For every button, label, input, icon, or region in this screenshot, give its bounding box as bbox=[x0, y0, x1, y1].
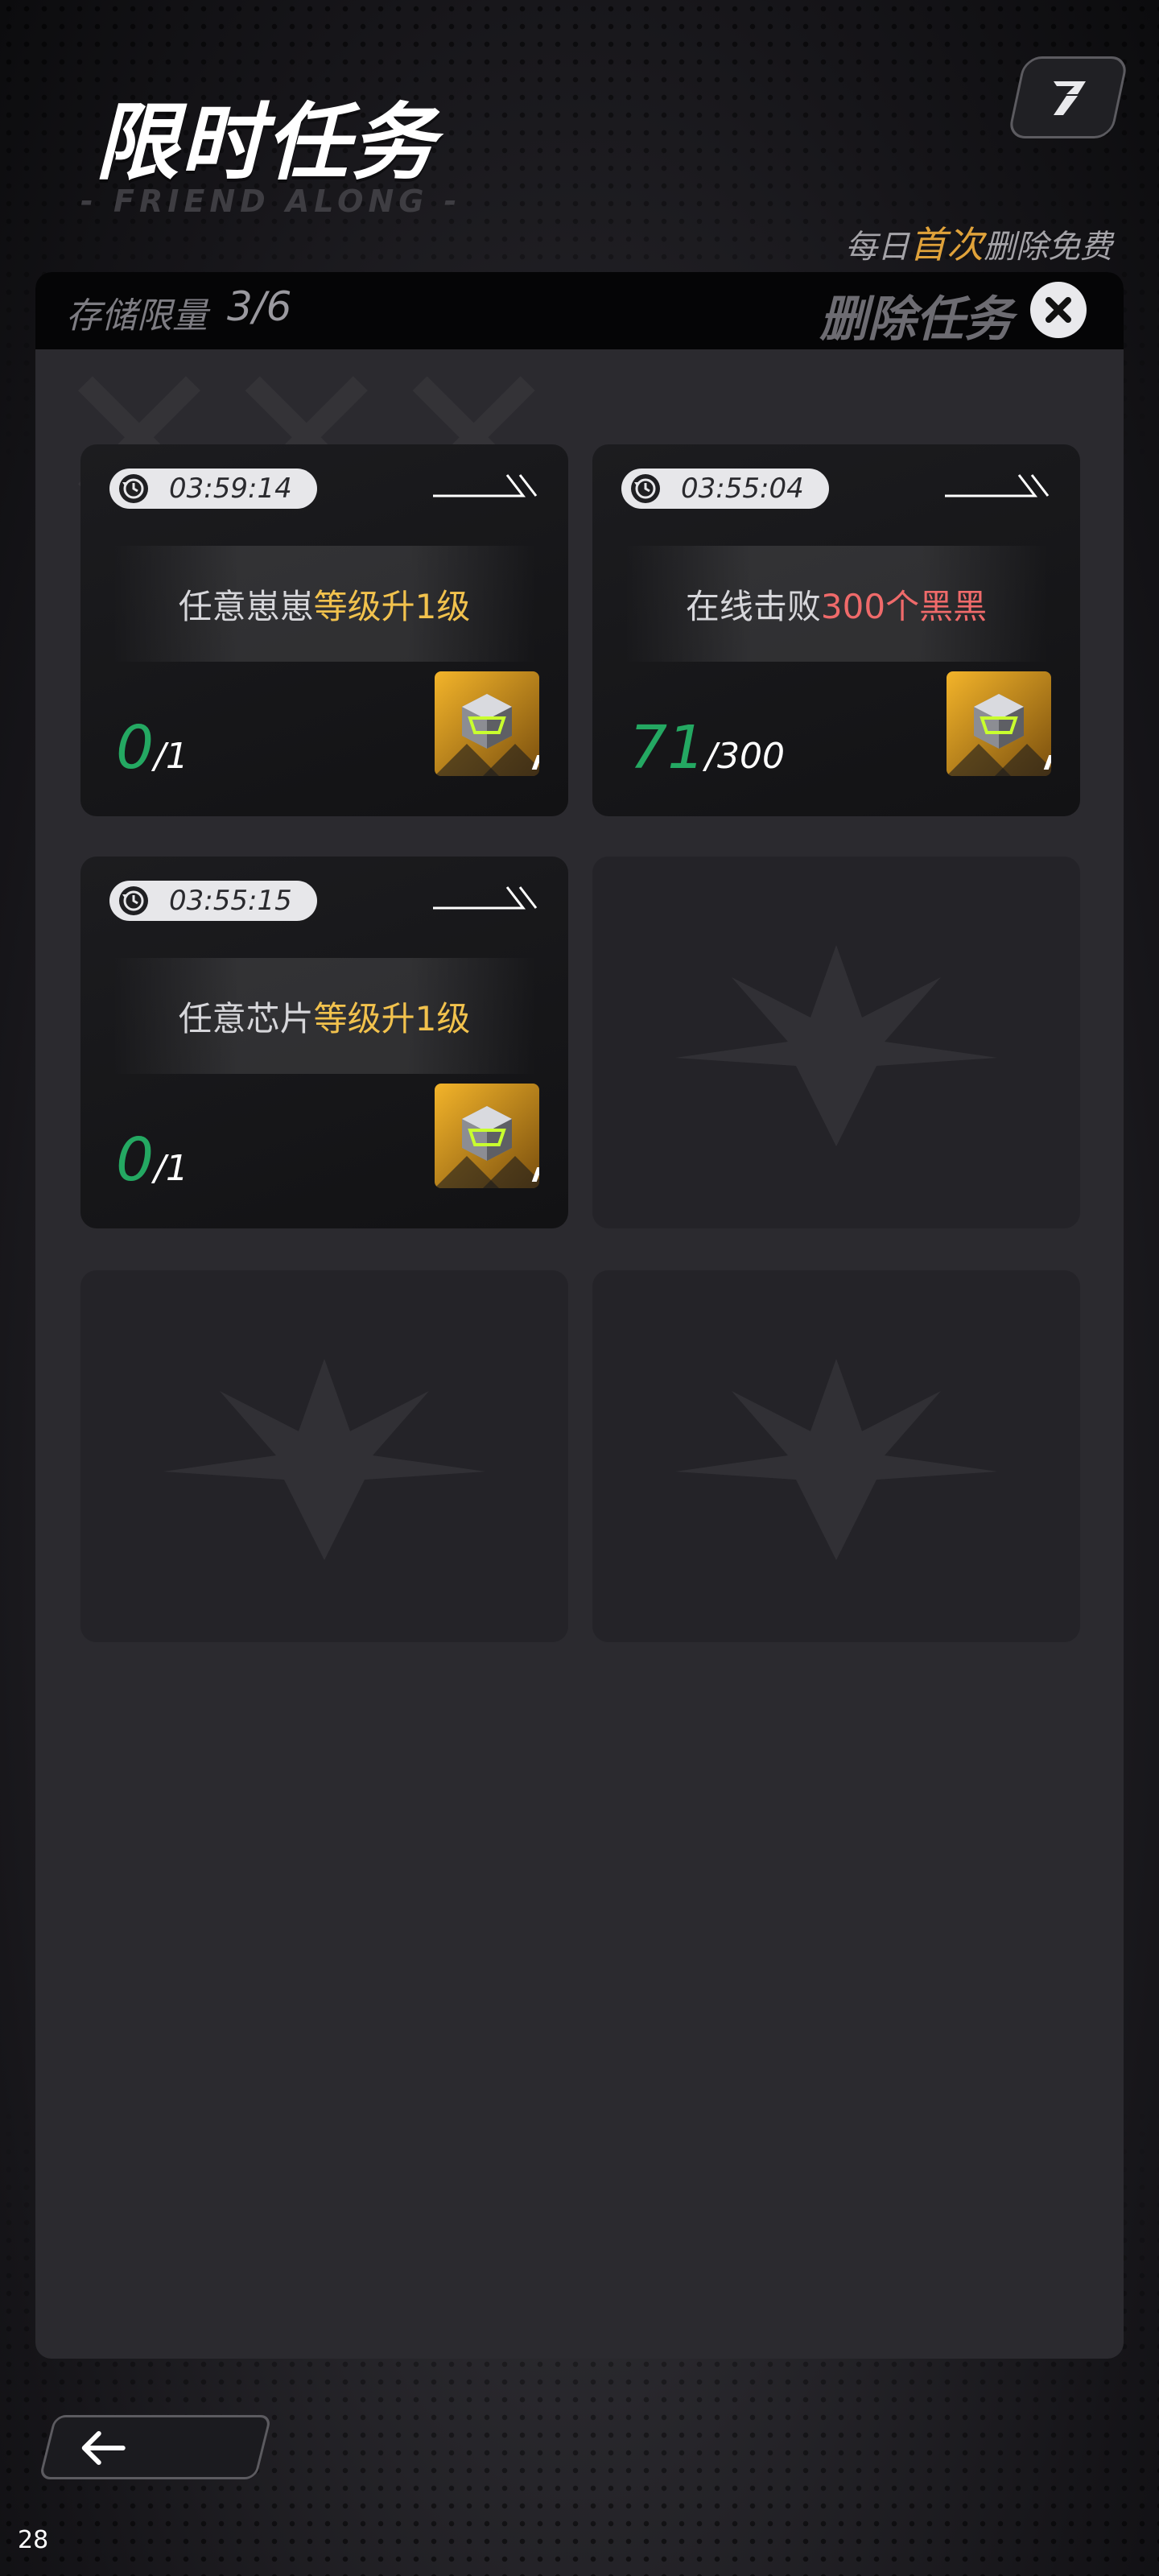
progress-sep: / bbox=[154, 736, 166, 777]
page-title: 限时任务 bbox=[95, 93, 437, 192]
arrow-lines-icon bbox=[433, 474, 538, 497]
storage-value: 3/6 bbox=[227, 283, 292, 330]
progress-sep: / bbox=[154, 1148, 166, 1189]
task-card[interactable]: 03:55:04 在线击败300个黑黑 71/300 bbox=[592, 444, 1080, 816]
empty-task-slot bbox=[80, 1270, 568, 1642]
page-subtitle: - FRIEND ALONG - bbox=[80, 184, 462, 219]
close-icon bbox=[1046, 297, 1071, 323]
empty-task-slot bbox=[592, 857, 1080, 1228]
clock-reset-icon bbox=[119, 474, 148, 503]
reward-item[interactable] bbox=[435, 671, 539, 776]
progress-total: 300 bbox=[717, 736, 785, 777]
empty-slot-emblem bbox=[675, 1359, 997, 1560]
cube-chest-icon bbox=[947, 694, 1051, 776]
task-progress: 0/1 bbox=[116, 1125, 188, 1195]
cube-chest-icon bbox=[435, 1106, 539, 1188]
task-timer: 03:55:15 bbox=[109, 881, 317, 921]
timer-text: 03:55:04 bbox=[681, 473, 804, 505]
progress-current: 71 bbox=[629, 713, 706, 782]
empty-slot-emblem bbox=[163, 1359, 485, 1560]
task-text-highlight: 等级升1级 bbox=[313, 999, 471, 1038]
swap-icon bbox=[1054, 81, 1086, 115]
task-timer: 03:59:14 bbox=[109, 469, 317, 509]
arrow-lines-icon bbox=[433, 886, 538, 910]
task-card[interactable]: 03:55:15 任意芯片等级升1级 0/1 bbox=[80, 857, 568, 1228]
empty-slot-emblem bbox=[675, 945, 997, 1146]
page-number: 28 bbox=[18, 2526, 49, 2554]
arrow-lines-icon bbox=[945, 474, 1050, 497]
clock-reset-icon bbox=[119, 886, 148, 915]
free-note-highlight: 首次 bbox=[909, 223, 984, 266]
storage-label: 存储限量 bbox=[66, 295, 208, 336]
empty-task-slot bbox=[592, 1270, 1080, 1642]
task-text-plain: 任意芯片 bbox=[178, 999, 314, 1038]
progress-total: 1 bbox=[165, 736, 188, 777]
task-panel: ✕✕✕ 存储限量 3/6 删除任务 03:59:14 任意崽崽等级升1级 0 bbox=[35, 272, 1124, 2359]
clock-reset-icon bbox=[631, 474, 660, 503]
reward-item[interactable] bbox=[947, 671, 1051, 776]
task-progress: 71/300 bbox=[629, 713, 785, 782]
timer-text: 03:55:15 bbox=[169, 885, 292, 917]
back-button[interactable] bbox=[39, 2415, 272, 2479]
progress-total: 1 bbox=[165, 1148, 188, 1189]
delete-task-button[interactable] bbox=[1030, 282, 1087, 338]
free-note-suffix: 删除免费 bbox=[984, 229, 1112, 266]
reward-item[interactable] bbox=[435, 1084, 539, 1188]
task-card[interactable]: 03:59:14 任意崽崽等级升1级 0/1 bbox=[80, 444, 568, 816]
progress-current: 0 bbox=[116, 713, 155, 782]
arrow-left-icon bbox=[81, 2431, 126, 2465]
task-description: 在线击败300个黑黑 bbox=[592, 580, 1080, 629]
storage-bar: 存储限量 3/6 删除任务 bbox=[35, 272, 1124, 349]
progress-current: 0 bbox=[116, 1125, 155, 1195]
free-note-prefix: 每日 bbox=[845, 229, 909, 266]
delete-task-label: 删除任务 bbox=[819, 291, 1013, 348]
cube-chest-icon bbox=[435, 694, 539, 776]
task-text-plain: 在线击败 bbox=[685, 587, 821, 626]
task-description: 任意芯片等级升1级 bbox=[80, 992, 568, 1041]
task-progress: 0/1 bbox=[116, 713, 188, 782]
swap-button[interactable] bbox=[1007, 56, 1129, 138]
task-text-highlight: 300个黑黑 bbox=[820, 587, 988, 626]
timer-text: 03:59:14 bbox=[169, 473, 292, 505]
progress-sep: / bbox=[705, 736, 717, 777]
task-text-highlight: 等级升1级 bbox=[313, 587, 471, 626]
task-description: 任意崽崽等级升1级 bbox=[80, 580, 568, 629]
free-delete-note: 每日首次删除免费 bbox=[845, 216, 1112, 269]
task-timer: 03:55:04 bbox=[621, 469, 829, 509]
task-text-plain: 任意崽崽 bbox=[178, 587, 314, 626]
